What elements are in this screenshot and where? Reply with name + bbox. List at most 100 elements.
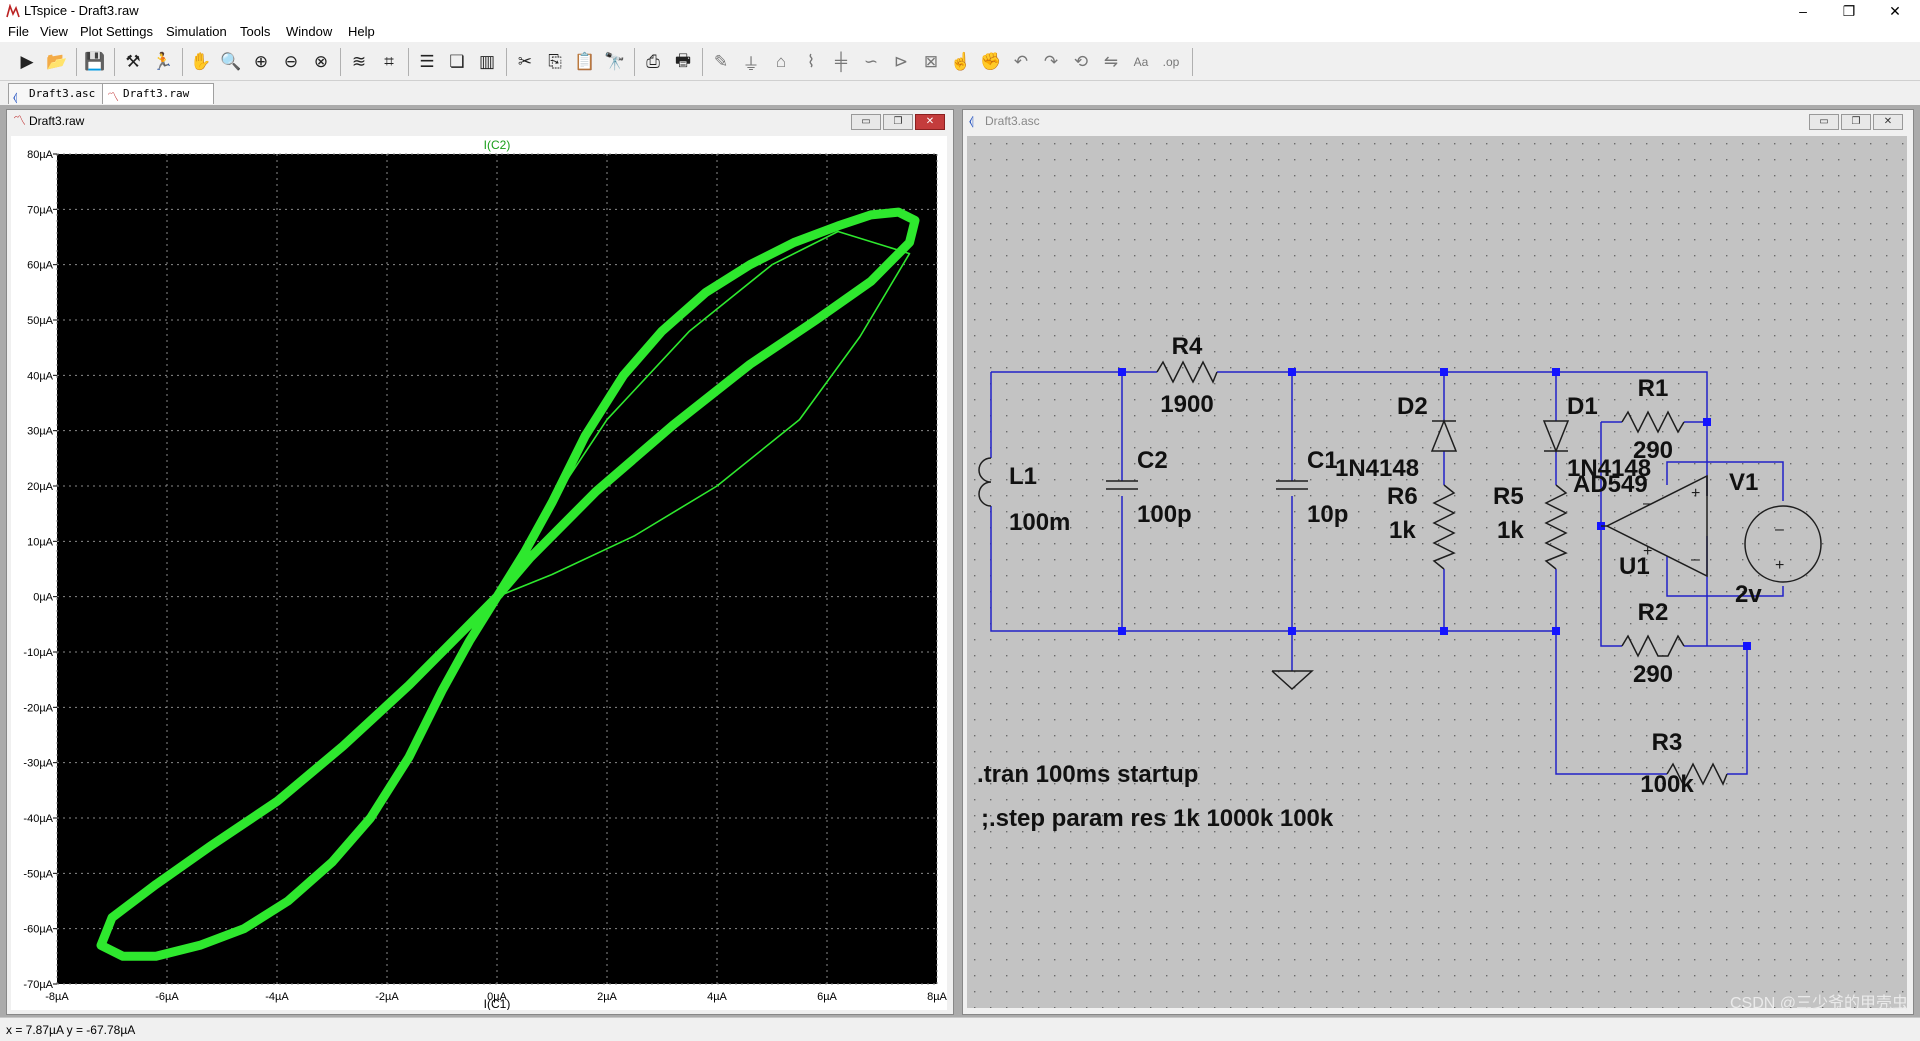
y-tick-label: -70µA [23, 979, 53, 991]
control-panel-icon[interactable]: ⚒ [120, 50, 146, 74]
schematic-icon: ⦉ [13, 90, 18, 104]
move-icon[interactable]: ☝ [948, 50, 974, 74]
tab-label: Draft3.raw [123, 87, 190, 100]
component-icon[interactable]: ⊠ [918, 50, 944, 74]
cascade-icon[interactable]: ❏ [444, 50, 470, 74]
zoom-box-icon[interactable]: ⊕ [248, 50, 274, 74]
capacitor-icon[interactable]: ╪ [828, 50, 854, 74]
wire-icon[interactable]: ✎ [708, 50, 734, 74]
l1-value: 100m [1009, 509, 1070, 536]
plot-window-title: Draft3.raw [29, 114, 85, 128]
status-bar: x = 7.87µA y = -67.78µA [0, 1017, 1920, 1041]
u1-ref: U1 [1619, 553, 1650, 580]
r3-ref: R3 [1652, 729, 1683, 756]
label-icon[interactable]: ⌂ [768, 50, 794, 74]
drag-icon[interactable]: ✊ [978, 50, 1004, 74]
tab-draft3-asc[interactable]: ⦉ Draft3.asc [8, 83, 106, 104]
trace-title[interactable]: I(C2) [484, 138, 511, 152]
rotate-icon[interactable]: ⟲ [1068, 50, 1094, 74]
waveform-plot[interactable]: -8µA -6µA -4µA -2µA 0µA 2µA 4µA 6µA 8µA 80µA 70µA 6… [11, 136, 947, 1010]
plot-window-titlebar[interactable]: 〽 Draft3.raw ▭ ❐ ✕ [7, 110, 953, 132]
toolbar-separator [1192, 48, 1193, 76]
schematic-window-titlebar[interactable]: ⦉ Draft3.asc ▭ ❐ ✕ [963, 110, 1913, 132]
x-tick-label: 8µA [927, 991, 947, 1003]
menu-tools[interactable]: Tools [240, 24, 270, 39]
c2-value: 100p [1137, 501, 1192, 528]
print-preview-icon[interactable]: 🖶 [670, 50, 696, 74]
ground-icon[interactable]: ⏚ [738, 50, 764, 74]
c1-value: 10p [1307, 501, 1348, 528]
r4-ref: R4 [1172, 333, 1203, 360]
d2-ref: D2 [1397, 393, 1428, 420]
inductor-icon[interactable]: ∽ [858, 50, 884, 74]
plot-window[interactable]: 〽 Draft3.raw ▭ ❐ ✕ -8µA -6µA -4µA -2µA 0µA 2µ… [6, 109, 954, 1015]
toolbar-separator [506, 48, 507, 76]
y-tick-label: -60µA [23, 924, 53, 936]
save-icon[interactable]: 💾 [82, 50, 108, 74]
copy-icon[interactable]: ⎘ [542, 50, 568, 74]
y-tick-label: 20µA [27, 481, 54, 493]
r1-ref: R1 [1638, 375, 1669, 402]
schematic-window-title: Draft3.asc [985, 114, 1040, 128]
run-icon[interactable]: ▶ [14, 50, 40, 74]
svg-text:–: – [1775, 521, 1784, 538]
paste-icon[interactable]: 📋 [572, 50, 598, 74]
waveform-icon: 〽 [13, 113, 27, 128]
schematic-restore-button[interactable]: ❐ [1841, 114, 1871, 130]
zoom-fit-icon[interactable]: ⊗ [308, 50, 334, 74]
y-tick-label: 60µA [27, 260, 54, 272]
plot-minimize-button[interactable]: ▭ [851, 114, 881, 130]
mirror-icon[interactable]: ⇋ [1098, 50, 1124, 74]
document-tab-bar: ⦉ Draft3.asc 〽 Draft3.raw [0, 81, 1920, 105]
zoom-out-icon[interactable]: ⊖ [278, 50, 304, 74]
restore-button[interactable]: ❐ [1826, 0, 1872, 22]
svg-text:–: – [1691, 551, 1700, 568]
markers-icon[interactable]: ⌗ [376, 50, 402, 74]
y-tick-label: -30µA [23, 758, 53, 770]
x-axis-label[interactable]: I(C1) [484, 997, 511, 1010]
plot-close-button[interactable]: ✕ [915, 114, 945, 130]
autorange-icon[interactable]: ≋ [346, 50, 372, 74]
schematic-minimize-button[interactable]: ▭ [1809, 114, 1839, 130]
v1-ref: V1 [1729, 469, 1758, 496]
cut-icon[interactable]: ✂ [512, 50, 538, 74]
schematic-close-button[interactable]: ✕ [1873, 114, 1903, 130]
menu-window[interactable]: Window [286, 24, 332, 39]
undo-icon[interactable]: ↶ [1008, 50, 1034, 74]
title-bar: LTspice - Draft3.raw – ❐ ✕ [0, 0, 1920, 22]
schematic-window[interactable]: ⦉ Draft3.asc ▭ ❐ ✕ + – – + – + R4 1900 L… [962, 109, 1914, 1015]
y-tick-label: -10µA [23, 647, 53, 659]
y-tick-label: 80µA [27, 149, 54, 161]
minimize-button[interactable]: – [1780, 0, 1826, 22]
x-tick-label: -8µA [45, 991, 69, 1003]
run-sim-icon[interactable]: 🏃 [150, 50, 176, 74]
open-icon[interactable]: 📂 [44, 50, 70, 74]
zoom-in-icon[interactable]: 🔍 [218, 50, 244, 74]
y-tick-label: -20µA [23, 702, 53, 714]
pan-icon[interactable]: ✋ [188, 50, 214, 74]
text-icon[interactable]: Aa [1128, 50, 1154, 74]
menu-simulation[interactable]: Simulation [166, 24, 227, 39]
plot-restore-button[interactable]: ❐ [883, 114, 913, 130]
spice-directive-icon[interactable]: .op [1158, 50, 1184, 74]
tile-horizontal-icon[interactable]: ☰ [414, 50, 440, 74]
diode-icon[interactable]: ⊳ [888, 50, 914, 74]
redo-icon[interactable]: ↷ [1038, 50, 1064, 74]
schematic-canvas[interactable]: + – – + – + R4 1900 L1 100m C2 100p C1 1… [967, 136, 1907, 1008]
toolbar-separator [182, 48, 183, 76]
tab-draft3-raw[interactable]: 〽 Draft3.raw [102, 83, 214, 104]
close-button[interactable]: ✕ [1872, 0, 1918, 22]
find-icon[interactable]: 🔭 [602, 50, 628, 74]
print-icon[interactable]: ⎙ [640, 50, 666, 74]
svg-text:+: + [1691, 485, 1700, 502]
ltspice-logo-icon [6, 4, 20, 18]
toolbar-separator [702, 48, 703, 76]
resistor-icon[interactable]: ⌇ [798, 50, 824, 74]
menu-help[interactable]: Help [348, 24, 375, 39]
menu-file[interactable]: File [8, 24, 29, 39]
menu-plot-settings[interactable]: Plot Settings [80, 24, 153, 39]
spice-directive-tran: .tran 100ms startup [977, 761, 1198, 788]
tile-vertical-icon[interactable]: ▥ [474, 50, 500, 74]
menu-view[interactable]: View [40, 24, 68, 39]
schematic-icon: ⦉ [969, 113, 974, 128]
